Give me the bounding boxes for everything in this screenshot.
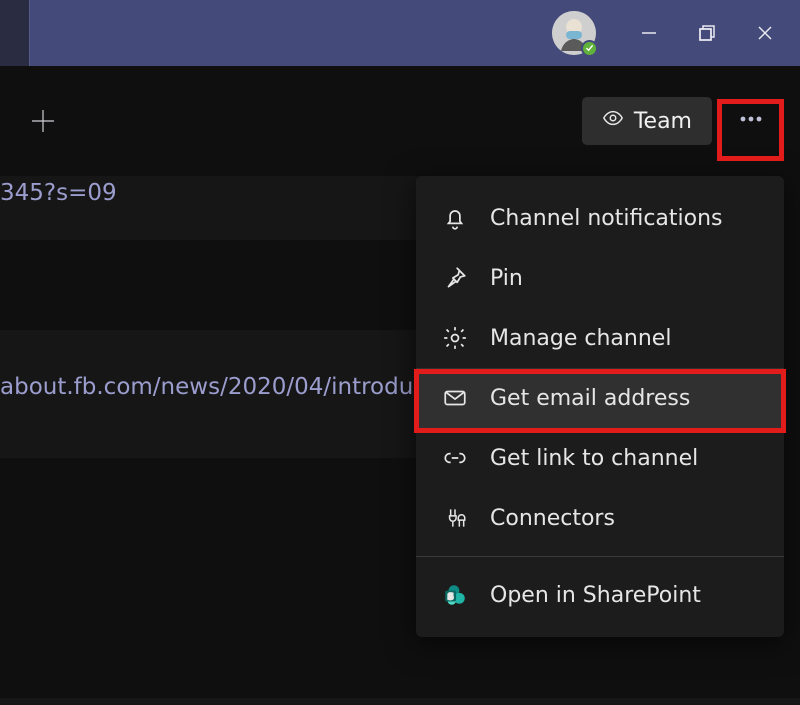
plug-icon [442, 505, 468, 531]
presence-badge [581, 40, 598, 57]
team-button-label: Team [634, 109, 692, 134]
eye-icon [602, 107, 624, 135]
avatar[interactable] [552, 11, 596, 55]
menu-item-connectors[interactable]: Connectors [416, 488, 784, 548]
menu-item-manage[interactable]: Manage channel [416, 308, 784, 368]
sharepoint-icon: S [442, 582, 468, 608]
add-tab-button[interactable] [20, 98, 66, 144]
message-strip [0, 698, 800, 705]
menu-item-notifications[interactable]: Channel notifications [416, 188, 784, 248]
menu-item-sharepoint[interactable]: S Open in SharePoint [416, 565, 784, 625]
menu-item-label: Manage channel [490, 326, 671, 351]
menu-item-label: Pin [490, 266, 523, 291]
bell-icon [442, 205, 468, 231]
message-strip: 345?s=09 [0, 176, 420, 240]
menu-item-label: Get link to channel [490, 446, 698, 471]
menu-divider [416, 556, 784, 557]
menu-item-pin[interactable]: Pin [416, 248, 784, 308]
gear-icon [442, 325, 468, 351]
more-options-button[interactable] [726, 96, 776, 146]
menu-item-label: Connectors [490, 506, 615, 531]
link-icon [442, 445, 468, 471]
menu-item-label: Open in SharePoint [490, 583, 701, 608]
maximize-button[interactable] [678, 0, 736, 66]
titlebar-tab [0, 0, 30, 66]
channel-options-menu: Channel notifications Pin Manage channel… [416, 176, 784, 637]
titlebar [0, 0, 800, 66]
link-fragment[interactable]: 345?s=09 [0, 180, 117, 206]
menu-item-email[interactable]: Get email address [416, 368, 784, 428]
link-fragment[interactable]: about.fb.com/news/2020/04/introduc [0, 374, 426, 400]
more-icon [737, 105, 765, 137]
menu-item-label: Get email address [490, 386, 690, 411]
mail-icon [442, 385, 468, 411]
pin-icon [442, 265, 468, 291]
toolbar: Team [0, 66, 800, 176]
svg-text:S: S [448, 592, 454, 602]
menu-item-label: Channel notifications [490, 206, 723, 231]
menu-item-link[interactable]: Get link to channel [416, 428, 784, 488]
minimize-button[interactable] [620, 0, 678, 66]
message-strip: about.fb.com/news/2020/04/introduc [0, 330, 420, 458]
team-button[interactable]: Team [582, 97, 712, 145]
close-button[interactable] [736, 0, 794, 66]
